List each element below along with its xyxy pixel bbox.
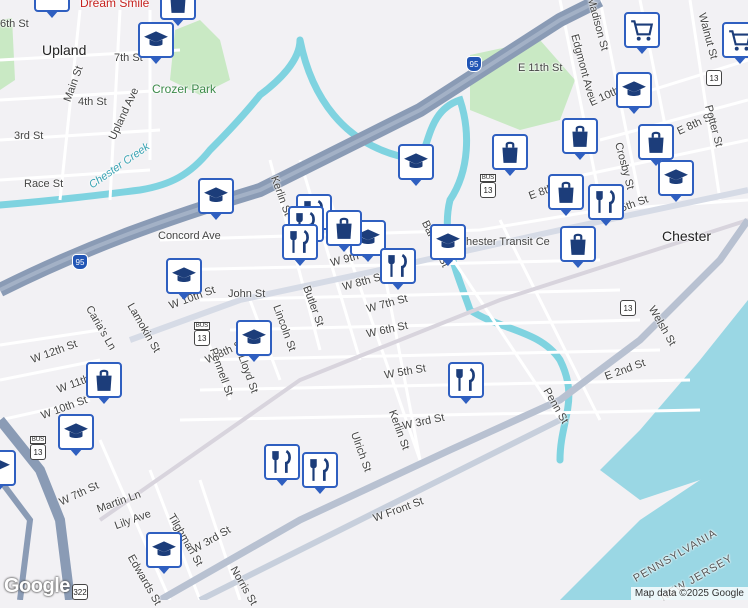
graduation-cap-icon [152, 541, 176, 556]
graduation-cap-icon [39, 0, 65, 7]
shopping-cart-icon [631, 20, 654, 41]
fork-knife-icon [456, 367, 475, 391]
map-attribution[interactable]: Map data ©2025 Google [630, 587, 748, 600]
restaurant-pin[interactable] [588, 184, 624, 220]
shopping-bag-icon [96, 369, 112, 391]
shopping-bag-icon [170, 0, 186, 13]
park-label-crozer: Crozer Park [152, 82, 217, 96]
fork-knife-icon [290, 229, 309, 253]
school-pin[interactable] [146, 532, 182, 568]
shopping-pin[interactable] [638, 124, 674, 160]
street-label: Race St [24, 178, 64, 190]
grocery-pin[interactable] [722, 22, 748, 58]
shopping-pin[interactable] [560, 226, 596, 262]
restaurant-pin[interactable] [448, 362, 484, 398]
school-pin[interactable] [398, 144, 434, 180]
graduation-cap-icon [144, 31, 168, 46]
graduation-cap-icon [404, 153, 428, 168]
restaurant-pin[interactable] [264, 444, 300, 480]
route-shield-i95: 95 [72, 254, 88, 270]
route-shield-322: 322 [72, 584, 88, 600]
school-pin[interactable] [236, 320, 272, 356]
graduation-cap-icon [172, 267, 196, 282]
city-label-chester: Chester [662, 228, 712, 244]
school-pin[interactable] [198, 178, 234, 214]
shopping-bag-icon [558, 181, 574, 203]
shopping-bag-icon [502, 141, 518, 163]
school-pin[interactable] [34, 0, 70, 12]
graduation-cap-icon [204, 187, 228, 202]
graduation-cap-icon [622, 81, 646, 96]
google-logo[interactable]: Google [4, 575, 70, 598]
graduation-cap-icon [0, 460, 10, 470]
shopping-bag-icon [336, 217, 352, 239]
graduation-cap-icon [436, 233, 460, 248]
street-label: Concord Ave [158, 230, 221, 242]
route-shield-bus-13: 13 [193, 322, 211, 346]
fork-knife-icon [388, 253, 407, 277]
school-pin[interactable] [0, 450, 16, 486]
school-pin[interactable] [166, 258, 202, 294]
fork-knife-icon [272, 449, 291, 473]
shopping-pin[interactable] [492, 134, 528, 170]
shopping-pin[interactable] [86, 362, 122, 398]
restaurant-pin[interactable] [302, 452, 338, 488]
restaurant-pin[interactable] [282, 224, 318, 260]
shopping-bag-icon [648, 131, 664, 153]
school-pin[interactable] [616, 72, 652, 108]
shopping-pin[interactable] [548, 174, 584, 210]
city-label-upland: Upland [42, 42, 87, 58]
restaurant-pin[interactable] [380, 248, 416, 284]
fork-knife-icon [310, 457, 329, 481]
shopping-pin[interactable] [562, 118, 598, 154]
street-label: 3rd St [14, 130, 44, 142]
graduation-cap-icon [242, 329, 266, 344]
school-pin[interactable] [138, 22, 174, 58]
route-shield-13: 13 [620, 300, 636, 316]
fork-knife-icon [596, 189, 615, 213]
graduation-cap-icon [664, 169, 688, 184]
grocery-pin[interactable] [624, 12, 660, 48]
route-shield-bus-13: 13 [479, 174, 497, 198]
shopping-pin[interactable] [160, 0, 196, 20]
graduation-cap-icon [64, 423, 88, 438]
school-pin[interactable] [658, 160, 694, 196]
street-label: 4th St [78, 96, 107, 108]
route-shield-i95: 95 [466, 56, 482, 72]
shopping-bag-icon [572, 125, 588, 147]
street-label: E 11th St [518, 62, 563, 74]
street-label: John St [228, 288, 266, 300]
street-label: 6th St [0, 18, 29, 30]
school-pin[interactable] [58, 414, 94, 450]
route-shield-13: 13 [706, 70, 722, 86]
transit-center-label[interactable]: hester Transit Ce [466, 236, 550, 248]
business-label-dream-smile[interactable]: Dream Smile [80, 0, 149, 10]
park-area-east [470, 40, 575, 130]
shopping-cart-icon [729, 30, 748, 51]
shopping-pin[interactable] [326, 210, 362, 246]
route-shield-bus-13: 13 [29, 436, 47, 460]
shopping-bag-icon [570, 233, 586, 255]
school-pin[interactable] [430, 224, 466, 260]
